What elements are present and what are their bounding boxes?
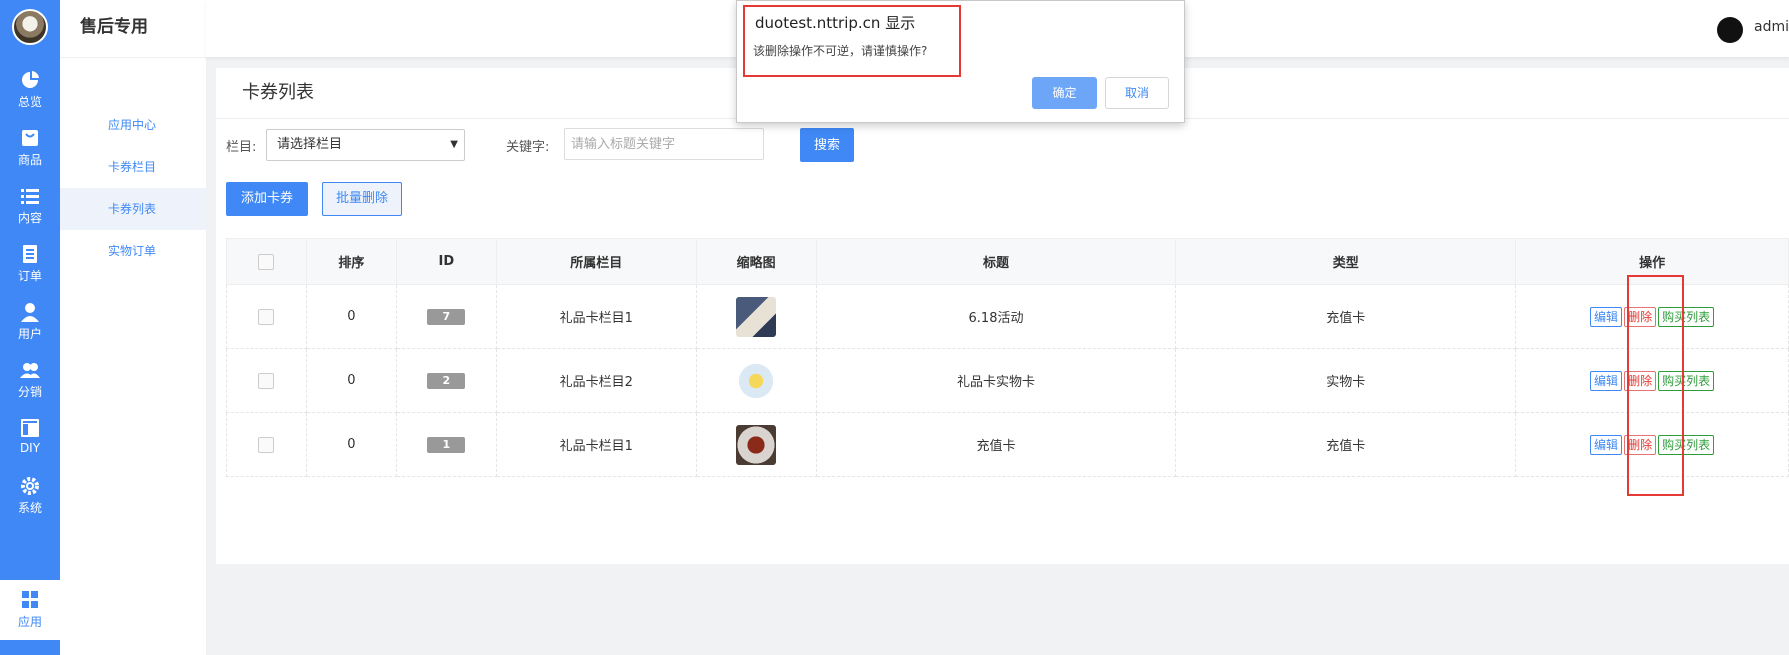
avatar[interactable] — [12, 9, 48, 45]
row-checkbox[interactable] — [258, 436, 275, 453]
id-badge: 7 — [427, 308, 466, 325]
rail-item-orders[interactable]: 订单 — [0, 234, 60, 294]
row-checkbox[interactable] — [258, 308, 275, 325]
batch-delete-button[interactable]: 批量删除 — [322, 182, 402, 216]
user-icon — [21, 303, 39, 322]
category-label: 栏目: — [226, 140, 257, 155]
rail-label: 分销 — [17, 385, 42, 399]
secondary-sidebar: 售后专用 应用中心 卡券栏目 卡券列表 实物订单 — [60, 0, 207, 655]
edit-button[interactable]: 编辑 — [1590, 434, 1623, 455]
confirm-button[interactable]: 确定 — [1032, 77, 1097, 109]
search-button[interactable]: 搜索 — [800, 128, 854, 162]
sidebar-item-physical-orders[interactable]: 实物订单 — [60, 230, 206, 272]
id-badge: 1 — [427, 436, 466, 453]
keyword-input[interactable] — [564, 128, 764, 160]
category-select[interactable]: 请选择栏目 ▼ — [266, 129, 465, 161]
thumbnail-image — [736, 424, 777, 465]
shopping-bag-icon — [22, 130, 38, 146]
title-cell: 礼品卡实物卡 — [815, 348, 1177, 413]
rail-item-goods[interactable]: 商品 — [0, 118, 60, 178]
grid-icon — [22, 591, 38, 608]
icon-rail: 总览 商品 内容 订单 用户 分销 DIY 系统 应用 — [0, 0, 60, 655]
table-row: 0 1 礼品卡栏目1 充值卡 充值卡 编辑 删除 购买列表 — [226, 412, 1789, 477]
type-cell: 充值卡 — [1175, 412, 1517, 477]
main-panel: 卡券列表 栏目: 请选择栏目 ▼ 关键字: 搜索 添加卡券 批量删除 排序 ID… — [216, 68, 1789, 564]
rail-item-overview[interactable]: 总览 — [0, 60, 60, 120]
dialog-message: 该删除操作不可逆，请谨慎操作? — [753, 44, 928, 58]
category-select-value: 请选择栏目 — [277, 137, 343, 152]
sidebar-item-card-category[interactable]: 卡券栏目 — [60, 146, 206, 188]
dialog-title: duotest.nttrip.cn 显示 — [755, 14, 916, 32]
type-cell: 实物卡 — [1175, 348, 1517, 413]
rail-item-distribution[interactable]: 分销 — [0, 350, 60, 410]
rail-label: 应用 — [17, 615, 42, 629]
select-all-cell — [226, 238, 307, 285]
category-cell: 礼品卡栏目1 — [495, 412, 697, 477]
sort-cell: 0 — [305, 412, 397, 477]
highlight-annotation — [1627, 275, 1684, 496]
gear-icon — [21, 477, 39, 495]
column-header[interactable]: ID — [395, 238, 497, 285]
rail-label: 总览 — [17, 95, 42, 109]
title-cell: 充值卡 — [815, 412, 1177, 477]
rail-label: 用户 — [17, 327, 42, 341]
table-row: 0 2 礼品卡栏目2 礼品卡实物卡 实物卡 编辑 删除 购买列表 — [226, 348, 1789, 413]
sidebar-item-app-center[interactable]: 应用中心 — [60, 104, 206, 146]
category-cell: 礼品卡栏目1 — [495, 284, 697, 349]
layout-icon — [21, 419, 39, 437]
column-header[interactable]: 排序 — [305, 238, 397, 285]
rail-item-content[interactable]: 内容 — [0, 176, 60, 236]
brand-title: 售后专用 — [60, 0, 206, 58]
edit-button[interactable]: 编辑 — [1590, 306, 1623, 327]
chevron-down-icon: ▼ — [450, 139, 458, 150]
table-header-row: 排序 ID 所属栏目 缩略图 标题 类型 操作 — [226, 238, 1789, 285]
column-header: 所属栏目 — [495, 238, 697, 285]
rail-item-system[interactable]: 系统 — [0, 466, 60, 526]
card-table: 排序 ID 所属栏目 缩略图 标题 类型 操作 0 7 礼品卡栏目1 6.18活… — [226, 238, 1789, 477]
table-row: 0 7 礼品卡栏目1 6.18活动 充值卡 编辑 删除 购买列表 — [226, 284, 1789, 349]
username[interactable]: admi — [1754, 19, 1789, 35]
keyword-label: 关键字: — [506, 140, 550, 155]
confirm-dialog: duotest.nttrip.cn 显示 该删除操作不可逆，请谨慎操作? 确定 … — [736, 0, 1185, 123]
edit-button[interactable]: 编辑 — [1590, 370, 1623, 391]
column-header: 类型 — [1175, 238, 1517, 285]
rail-label: 商品 — [17, 153, 42, 167]
column-header: 缩略图 — [695, 238, 817, 285]
rail-label: 内容 — [17, 211, 42, 225]
select-all-checkbox[interactable] — [258, 253, 275, 270]
sort-cell: 0 — [305, 284, 397, 349]
user-avatar[interactable] — [1717, 17, 1743, 43]
document-icon — [23, 245, 37, 263]
cancel-button[interactable]: 取消 — [1105, 77, 1169, 109]
pie-chart-icon — [22, 71, 39, 88]
sort-cell: 0 — [305, 348, 397, 413]
rail-label: DIY — [19, 441, 41, 455]
rail-item-users[interactable]: 用户 — [0, 292, 60, 352]
type-cell: 充值卡 — [1175, 284, 1517, 349]
list-icon — [21, 189, 39, 204]
users-icon — [20, 363, 40, 378]
title-cell: 6.18活动 — [815, 284, 1177, 349]
sidebar-item-card-list[interactable]: 卡券列表 — [60, 188, 206, 230]
rail-label: 系统 — [17, 501, 42, 515]
thumbnail-image — [736, 296, 777, 337]
rail-item-diy[interactable]: DIY — [0, 408, 60, 468]
add-card-button[interactable]: 添加卡券 — [226, 182, 308, 216]
rail-item-apps[interactable]: 应用 — [0, 580, 60, 640]
category-cell: 礼品卡栏目2 — [495, 348, 697, 413]
row-checkbox[interactable] — [258, 372, 275, 389]
thumbnail-image — [736, 360, 777, 401]
column-header: 标题 — [815, 238, 1177, 285]
rail-label: 订单 — [17, 269, 42, 283]
id-badge: 2 — [427, 372, 466, 389]
